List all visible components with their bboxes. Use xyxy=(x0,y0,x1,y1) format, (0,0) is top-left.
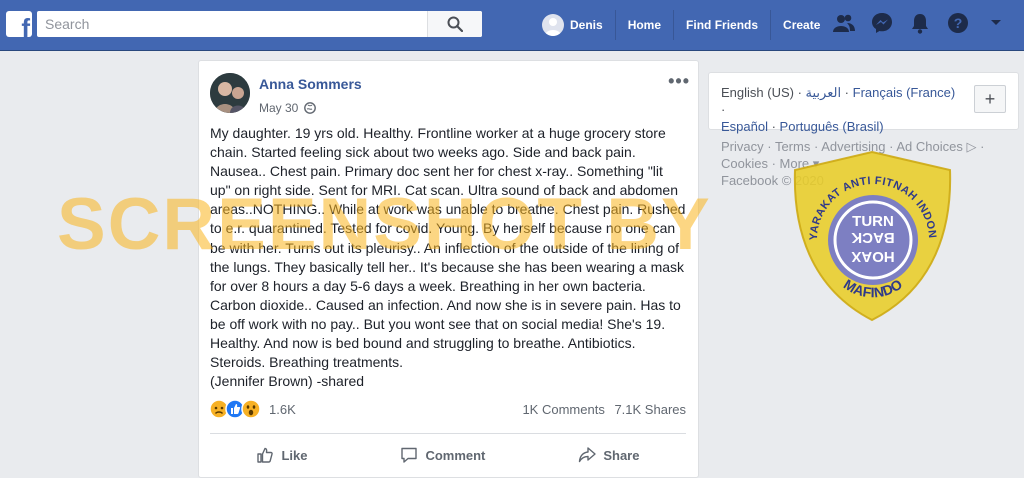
search-box xyxy=(37,11,482,37)
nav-find-friends-link[interactable]: Find Friends xyxy=(674,10,772,40)
post-line: Healthy. And now is bed bound and strugg… xyxy=(210,335,636,352)
engagement-counts: 1K Comments 7.1K Shares xyxy=(516,402,686,417)
post-line: for over 8 hours a day 5-6 days a week. … xyxy=(210,277,646,294)
post-author-name[interactable]: Anna Sommers xyxy=(259,76,362,92)
friend-requests-icon[interactable] xyxy=(833,12,855,34)
shares-count-link[interactable]: 7.1K Shares xyxy=(614,402,686,417)
feed-post: Anna Sommers May 30 ••• My daughter. 19 … xyxy=(198,60,699,478)
profile-link[interactable]: Denis xyxy=(530,10,616,40)
reactions-summary[interactable]: 1.6K xyxy=(209,399,296,419)
svg-text:MAFINDO: MAFINDO xyxy=(841,276,905,301)
thumbs-up-icon xyxy=(257,447,274,463)
footer-link-advertising[interactable]: Advertising xyxy=(821,139,885,154)
wow-reaction-icon xyxy=(241,399,261,419)
nav-home-link[interactable]: Home xyxy=(616,10,675,40)
ad-choices-icon: ▷ xyxy=(966,139,977,154)
badge-bottom-text: MAFINDO xyxy=(841,276,905,301)
post-line: be with her. Turns out its pleurisy.. An… xyxy=(210,239,680,256)
post-line: be off work with no pay.. But you wont s… xyxy=(210,315,666,332)
post-body: My daughter. 19 yrs old. Healthy. Frontl… xyxy=(210,124,688,391)
post-options-icon[interactable]: ••• xyxy=(668,71,690,92)
current-language: English (US) xyxy=(721,85,794,100)
copyright-text: Facebook © 2020 xyxy=(721,173,824,188)
language-link-spanish[interactable]: Español xyxy=(721,119,768,134)
comment-bubble-icon xyxy=(401,447,418,463)
like-button[interactable]: Like xyxy=(256,446,307,464)
search-button[interactable] xyxy=(427,11,482,37)
post-line: Carbon dioxide.. Caused an infection. An… xyxy=(210,296,681,313)
account-menu-chevron-icon[interactable] xyxy=(985,12,1007,34)
post-actions-bar: Like Comment Share xyxy=(210,433,686,476)
share-arrow-icon xyxy=(579,447,597,463)
like-label: Like xyxy=(281,447,308,463)
add-language-button[interactable]: + xyxy=(974,85,1006,113)
post-line: up" on right side. Sent for MRI. Cat sca… xyxy=(210,182,679,199)
footer-link-more[interactable]: More xyxy=(780,156,810,171)
post-line: My daughter. 19 yrs old. Healthy. Frontl… xyxy=(210,125,666,141)
messenger-icon[interactable] xyxy=(871,12,893,34)
user-avatar xyxy=(542,14,564,36)
post-date[interactable]: May 30 xyxy=(259,101,298,115)
share-label: Share xyxy=(603,447,640,463)
badge-word-turn: TURN xyxy=(852,213,894,230)
post-line: areas..NOTHING.. While at work was unabl… xyxy=(210,201,686,218)
nav-links: Denis Home Find Friends Create xyxy=(530,10,832,40)
post-timestamp: May 30 xyxy=(259,101,317,115)
post-line: chain. Started feeling sick about two we… xyxy=(210,144,636,161)
help-icon[interactable]: ? xyxy=(947,12,969,34)
more-caret-icon: ▾ xyxy=(812,156,820,171)
language-list: English (US) · العربية · Français (Franc… xyxy=(721,85,956,134)
post-line: Nausea.. Chest pain. Primary doc sent he… xyxy=(210,163,663,180)
comment-label: Comment xyxy=(425,447,486,463)
language-link-arabic[interactable]: العربية xyxy=(806,85,842,100)
post-line: the lungs. They basically tell her.. It'… xyxy=(210,258,685,275)
top-navigation-bar: f Denis Home Find Friends Create xyxy=(0,0,1024,51)
post-line: (Jennifer Brown) -shared xyxy=(210,373,365,390)
facebook-logo-icon[interactable]: f xyxy=(6,11,32,37)
footer-links: Privacy · Terms · Advertising · Ad Choic… xyxy=(721,138,1011,189)
globe-privacy-icon[interactable] xyxy=(304,102,317,114)
svg-text:?: ? xyxy=(954,15,963,31)
footer-link-cookies[interactable]: Cookies xyxy=(721,156,768,171)
reaction-count: 1.6K xyxy=(269,401,296,417)
search-input[interactable] xyxy=(37,11,443,37)
share-button[interactable]: Share xyxy=(578,446,639,464)
language-link-french[interactable]: Français (France) xyxy=(853,85,956,100)
nav-create-link[interactable]: Create xyxy=(771,10,832,40)
comments-count-link[interactable]: 1K Comments xyxy=(522,402,604,417)
footer-link-privacy[interactable]: Privacy xyxy=(721,139,764,154)
badge-word-back: BACK xyxy=(851,229,894,246)
notifications-bell-icon[interactable] xyxy=(909,12,931,34)
language-link-portuguese[interactable]: Português (Brasil) xyxy=(780,119,884,134)
user-name: Denis xyxy=(570,18,603,32)
footer-link-terms[interactable]: Terms xyxy=(775,139,810,154)
author-avatar[interactable] xyxy=(210,73,250,113)
comment-button[interactable]: Comment xyxy=(400,446,485,464)
post-line: Steroids. Breathing treatments. xyxy=(210,354,403,371)
footer-link-ad-choices[interactable]: Ad Choices xyxy=(896,139,962,154)
language-selector-box: English (US) · العربية · Français (Franc… xyxy=(708,72,1019,134)
badge-word-hoax: HOAX xyxy=(851,248,894,265)
notification-icons: ? xyxy=(833,12,1023,34)
post-line: to e.r. quarantined. Tested for covid. Y… xyxy=(210,220,676,237)
search-icon xyxy=(447,16,463,32)
